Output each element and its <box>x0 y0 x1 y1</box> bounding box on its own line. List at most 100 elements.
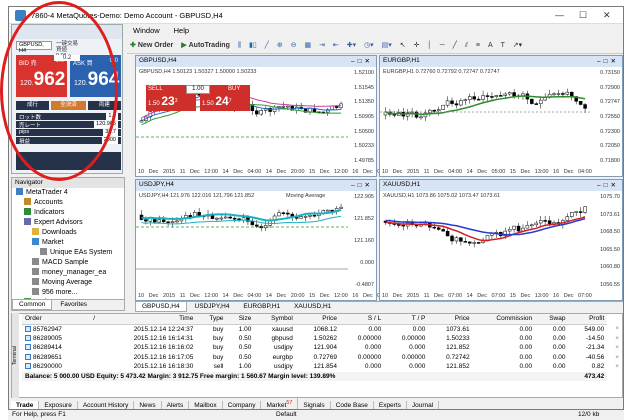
navigator-item[interactable]: Accounts <box>12 198 124 208</box>
app-icon <box>15 10 26 21</box>
column-header[interactable]: Order <box>22 314 87 325</box>
chart-usdjpy[interactable]: USDJPY,H4 –□✕ USDJPY,H4 121.976 122.016 1… <box>135 179 391 301</box>
cursor-icon[interactable]: ↖ <box>398 39 408 53</box>
column-header[interactable]: Size <box>226 314 255 325</box>
menu-help[interactable]: Help <box>174 26 189 35</box>
text-icon[interactable]: A <box>486 39 495 53</box>
minimize-icon[interactable]: — <box>555 10 564 20</box>
close-order-icon[interactable]: × <box>607 353 622 363</box>
navigator-item[interactable]: MetaTrader 4 <box>12 188 124 198</box>
navigator-item[interactable]: Moving Average <box>12 278 124 288</box>
chart-tab[interactable]: EURGBP,H1 <box>237 302 286 311</box>
menu-window[interactable]: Window <box>133 26 160 35</box>
new-order-button[interactable]: ✚ New Order <box>128 39 175 53</box>
sell-panel-button[interactable]: BID 売 0.0 120.962 <box>16 55 67 97</box>
line-chart-icon[interactable]: ╱ <box>263 39 271 53</box>
column-header[interactable]: Profit <box>568 314 608 325</box>
chart-window-buttons[interactable]: –□✕ <box>597 181 619 189</box>
tab-common[interactable]: Common <box>12 300 53 310</box>
zoom-out-icon[interactable]: ⊖ <box>289 39 299 53</box>
column-header[interactable]: Time <box>98 314 197 325</box>
indicators-icon[interactable]: ✚▾ <box>345 39 358 53</box>
tab-favorites[interactable]: Favorites <box>54 300 93 309</box>
candle-chart-icon[interactable]: ▮▯ <box>247 39 259 53</box>
market-order-button[interactable]: 成行 <box>16 101 49 110</box>
chart-tab[interactable]: USDJPY,H4 <box>189 302 236 311</box>
close-order-icon[interactable]: × <box>607 334 622 344</box>
panel-row-value[interactable]: 120.965 <box>94 121 118 128</box>
panel-row-value[interactable]: 1.0 <box>106 113 118 120</box>
terminal-tab[interactable]: Market57 <box>261 398 299 409</box>
terminal-tab[interactable]: Journal <box>407 401 440 409</box>
trendline-icon[interactable]: ╱ <box>451 39 459 53</box>
chart-window-buttons[interactable]: –□✕ <box>351 57 373 65</box>
crosshair-icon[interactable]: ✛ <box>412 39 422 53</box>
trade-row[interactable]: 86289651 2015.12.16 16:17:05 buy 0.50 eurgbp… <box>22 353 622 363</box>
close-icon[interactable]: ✕ <box>603 10 611 21</box>
channel-icon[interactable]: ⫽ <box>463 39 470 53</box>
chart-lot-input[interactable]: 1.00 <box>186 85 210 94</box>
navigator-item[interactable]: Expert Advisors <box>12 218 124 228</box>
autotrading-button[interactable]: ▶ AutoTrading <box>179 39 232 53</box>
terminal-tab[interactable]: Code Base <box>331 401 374 409</box>
symbol-select[interactable]: GBPUSD, H4 <box>16 41 52 54</box>
navigator-item[interactable]: 956 more... <box>12 288 124 298</box>
column-header[interactable]: / <box>86 314 98 325</box>
terminal-tab[interactable]: Exposure <box>39 401 78 409</box>
chart-shift-icon[interactable]: ⇤ <box>331 39 341 53</box>
periods-icon[interactable]: ◷▾ <box>362 39 376 53</box>
maximize-icon[interactable]: ☐ <box>579 10 587 21</box>
navigator-item[interactable]: Unique EAs System <box>12 248 124 258</box>
column-header[interactable]: Swap <box>535 314 569 325</box>
zoom-in-icon[interactable]: ⊕ <box>275 39 285 53</box>
navigator-item[interactable]: Market <box>12 238 124 248</box>
hedge-button[interactable]: 両建 <box>87 101 121 110</box>
autoscroll-icon[interactable]: ⇥ <box>317 39 327 53</box>
chart-tab[interactable]: XAUUSD,H1 <box>288 302 337 311</box>
trade-row[interactable]: 86290000 2015.12.16 16:18:30 sell 1.00 usdjp… <box>22 362 622 372</box>
horizontal-line-icon[interactable]: ─ <box>438 39 447 53</box>
terminal-tab[interactable]: Signals <box>298 401 331 409</box>
trade-row[interactable]: 86289414 2015.12.16 16:16:02 buy 0.50 usdjpy… <box>22 343 622 353</box>
column-header[interactable]: S / L <box>340 314 385 325</box>
column-header[interactable]: T / P <box>384 314 429 325</box>
chart-eurgbp[interactable]: EURGBP,H1 –□✕ EURGBP,H1 0.72760 0.72792 0… <box>379 55 623 177</box>
panel-row-value[interactable]: 2000 <box>101 137 118 144</box>
chart-tab[interactable]: GBPUSD,H4 <box>135 302 187 312</box>
column-header[interactable]: Commission <box>472 314 536 325</box>
terminal-tab[interactable]: News <box>134 401 162 409</box>
column-header[interactable]: Symbol <box>254 314 296 325</box>
buy-panel-button[interactable]: ASK 買 0.0 120.964 <box>70 55 121 97</box>
column-header[interactable]: Price <box>295 314 341 325</box>
templates-icon[interactable]: ▤▾ <box>380 39 394 53</box>
trade-row[interactable]: 85762947 2015.12.14 12:24:37 buy 1.00 xauusd… <box>22 324 622 334</box>
bar-chart-icon[interactable]: ⫼ <box>236 39 243 53</box>
close-order-icon[interactable]: × <box>607 362 622 372</box>
terminal-tab[interactable]: Trade <box>11 401 40 409</box>
shapes-icon[interactable]: ↗▾ <box>511 39 524 53</box>
navigator-item[interactable]: MACD Sample <box>12 258 124 268</box>
terminal-tab[interactable]: Mailbox <box>189 401 223 409</box>
navigator-item[interactable]: money_manager_ea <box>12 268 124 278</box>
navigator-item[interactable]: Downloads <box>12 228 124 238</box>
chart-window-buttons[interactable]: –□✕ <box>597 57 619 65</box>
label-icon[interactable]: T <box>499 39 507 53</box>
chart-window-buttons[interactable]: –□✕ <box>351 181 373 189</box>
trade-row[interactable]: 86289005 2015.12.16 16:14:31 buy 0.50 gbpusd… <box>22 334 622 344</box>
close-order-icon[interactable]: × <box>607 324 622 334</box>
close-order-icon[interactable]: × <box>607 343 622 353</box>
terminal-tab[interactable]: Company <box>223 401 262 409</box>
column-header[interactable]: Type <box>196 314 227 325</box>
tile-windows-icon[interactable]: ▦ <box>302 39 313 53</box>
terminal-tab[interactable]: Alerts <box>162 401 190 409</box>
navigator-item[interactable]: Indicators <box>12 208 124 218</box>
chart-xauusd[interactable]: XAUUSD,H1 –□✕ XAUUSD,H1 1073.86 1075.02 1… <box>379 179 623 301</box>
terminal-tab[interactable]: Account History <box>78 401 135 409</box>
chart-gbpusd[interactable]: GBPUSD,H4 –□✕ GBPUSD,H4 1.50123 1.50327 1… <box>135 55 391 177</box>
panel-row-value[interactable]: 38.7 <box>103 129 118 136</box>
close-all-button[interactable]: 全決済 <box>50 101 86 110</box>
fibonacci-icon[interactable]: ≡ <box>474 39 482 53</box>
vertical-line-icon[interactable]: │ <box>425 39 433 53</box>
column-header[interactable]: Price <box>428 314 473 325</box>
terminal-tab[interactable]: Experts <box>374 401 407 409</box>
